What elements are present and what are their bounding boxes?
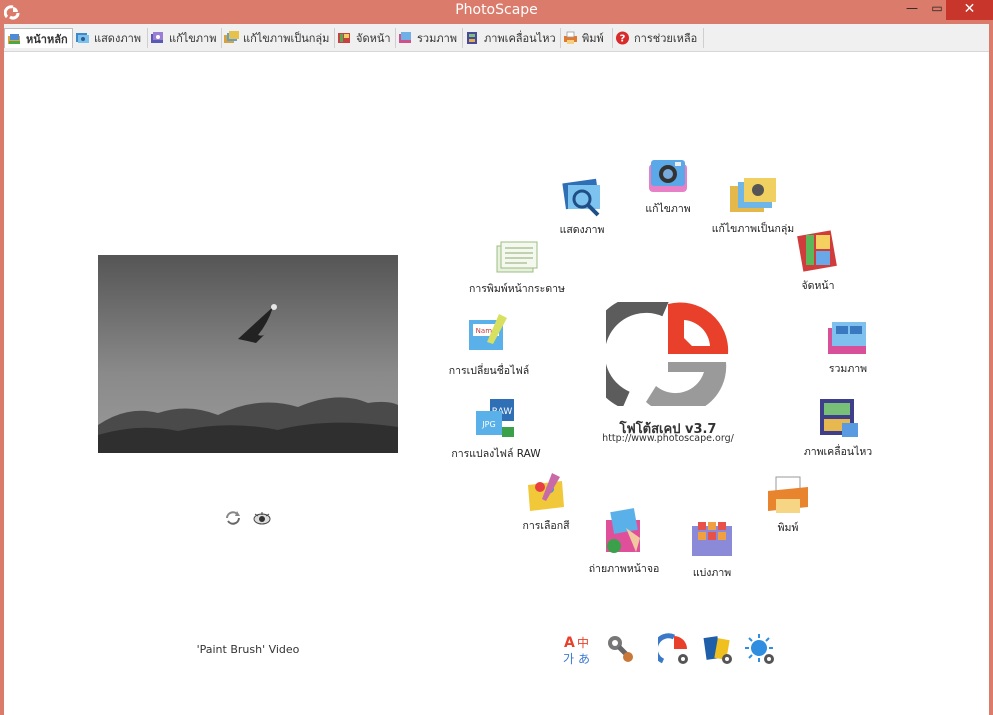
feature-label: การพิมพ์หน้ากระดาษ <box>469 283 565 295</box>
feature-label: การเปลี่ยนชื่อไฟล์ <box>448 365 530 377</box>
tab-help[interactable]: ? การช่วยเหลือ <box>613 28 704 48</box>
print-tab-icon <box>564 31 577 44</box>
tab-home[interactable]: หน้าหลัก <box>4 28 73 48</box>
combine-icon <box>828 322 866 354</box>
feature-label: ภาพเคลื่อนไหว <box>803 446 873 458</box>
tab-label: แก้ไขภาพเป็นกลุ่ม <box>243 32 330 45</box>
photoscape-main-logo <box>606 302 729 406</box>
tab-editor[interactable]: แก้ไขภาพ <box>148 28 222 48</box>
eye-icon[interactable] <box>253 510 271 526</box>
title-bar: PhotoScape — ▭ ✕ <box>0 0 993 24</box>
batch-editor-icon <box>730 178 776 212</box>
paper-print-icon <box>496 241 538 273</box>
sun-settings-icon[interactable] <box>744 633 776 665</box>
tab-label: หน้าหลัก <box>26 32 68 46</box>
animated-gif-tab-icon <box>467 32 477 44</box>
color-picker-icon <box>528 473 564 511</box>
batch-editor-tab-icon <box>224 31 239 43</box>
tab-combine[interactable]: รวมภาพ <box>396 28 463 48</box>
feature-animated-gif[interactable]: ภาพเคลื่อนไหว <box>773 395 903 460</box>
window-frame-right <box>989 24 993 715</box>
page-layout-icon <box>797 230 837 272</box>
tab-label: แก้ไขภาพ <box>169 32 217 45</box>
window-title: PhotoScape <box>455 2 538 18</box>
page-tab-icon <box>338 33 350 43</box>
tab-label: การช่วยเหลือ <box>634 32 698 45</box>
svg-text:A: A <box>564 635 575 651</box>
feature-label: จัดหน้า <box>801 280 835 292</box>
rename-icon: Name <box>469 314 507 350</box>
print-icon <box>768 476 808 513</box>
website-link[interactable]: http://www.photoscape.org/ <box>586 433 750 444</box>
photoscape-x-icon[interactable] <box>702 633 734 665</box>
video-link[interactable]: 'Paint Brush' Video <box>160 643 336 656</box>
svg-text:JPG: JPG <box>481 420 495 429</box>
help-tab-icon: ? <box>616 31 629 45</box>
svg-text:가: 가 <box>563 652 574 665</box>
tab-batch-editor[interactable]: แก้ไขภาพเป็นกลุ่ม <box>222 28 335 48</box>
viewer-icon <box>562 178 600 217</box>
tab-viewer[interactable]: แสดงภาพ <box>73 28 148 48</box>
tab-print[interactable]: พิมพ์ <box>561 28 613 48</box>
language-icon[interactable]: A 中 가 あ <box>562 633 594 665</box>
tab-label: แสดงภาพ <box>94 32 141 45</box>
feature-page[interactable]: จัดหน้า <box>753 227 883 294</box>
tab-label: จัดหน้า <box>356 32 391 45</box>
eagle-photo <box>98 255 398 453</box>
tab-bar: หน้าหลัก แสดงภาพ แก้ไขภาพ แก้ไขภาพเป็นกล… <box>4 24 989 52</box>
feature-color-picker[interactable]: การเลือกสี <box>481 471 611 534</box>
combine-tab-icon <box>399 32 411 43</box>
svg-text:あ: あ <box>578 652 590 665</box>
splitter-icon <box>692 522 732 556</box>
feature-combine[interactable]: รวมภาพ <box>783 318 913 377</box>
camera-editor-icon <box>649 160 687 192</box>
feature-rename[interactable]: Name การเปลี่ยนชื่อไฟล์ <box>424 310 554 379</box>
home-tab-icon <box>8 33 20 44</box>
tab-animated-gif[interactable]: ภาพเคลื่อนไหว <box>463 28 561 48</box>
feature-raw-converter[interactable]: RAW JPG การแปลงไฟล์ RAW <box>431 397 561 462</box>
tab-page[interactable]: จัดหน้า <box>335 28 396 48</box>
tab-label: ภาพเคลื่อนไหว <box>484 32 556 45</box>
feature-label: การแปลงไฟล์ RAW <box>451 448 541 460</box>
refresh-icon[interactable] <box>224 510 242 526</box>
tools-icon[interactable] <box>605 633 637 665</box>
photoscape-logo-icon[interactable] <box>658 633 690 665</box>
raw-converter-icon: RAW JPG <box>476 399 514 437</box>
animated-gif-icon <box>820 399 858 437</box>
feature-paper-print[interactable]: การพิมพ์หน้ากระดาษ <box>452 236 582 297</box>
close-button[interactable]: ✕ <box>946 0 993 20</box>
tab-label: พิมพ์ <box>582 32 604 45</box>
svg-text:中: 中 <box>577 635 589 650</box>
feature-label: การเลือกสี <box>522 520 570 532</box>
viewer-tab-icon <box>76 33 89 43</box>
feature-label: รวมภาพ <box>828 363 868 375</box>
tab-label: รวมภาพ <box>417 32 458 45</box>
svg-text:?: ? <box>620 34 626 45</box>
feature-label: ถ่ายภาพหน้าจอ <box>588 563 660 575</box>
editor-tab-icon <box>151 32 163 43</box>
